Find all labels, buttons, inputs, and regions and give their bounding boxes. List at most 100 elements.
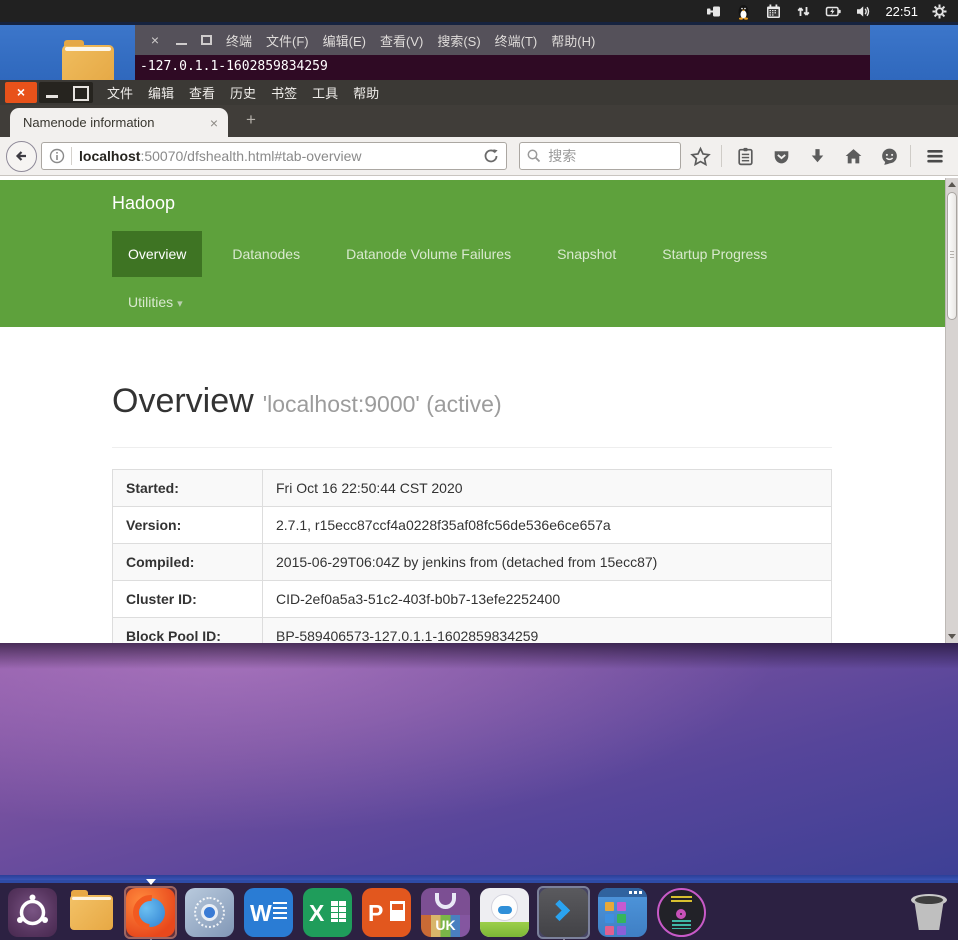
row-value: CID-2ef0a5a3-51c2-403f-b0b7-13efe2252400 bbox=[262, 580, 832, 618]
dock-item-software-center[interactable]: UK bbox=[421, 888, 470, 937]
downloads-icon bbox=[811, 148, 824, 162]
address-bar[interactable]: localhost:50070/dfshealth.html#tab-overv… bbox=[41, 142, 508, 170]
tab-namenode-information[interactable]: Namenode information × bbox=[10, 108, 228, 137]
excel-icon: X bbox=[303, 888, 352, 937]
dock-item-assistant[interactable] bbox=[480, 888, 529, 937]
browser-maximize-button[interactable] bbox=[66, 82, 93, 103]
running-indicator-icon bbox=[145, 879, 156, 885]
back-button[interactable] bbox=[6, 140, 37, 172]
input-method-icon[interactable] bbox=[705, 3, 722, 20]
new-tab-button[interactable]: + bbox=[238, 110, 264, 130]
bookmark-star-icon bbox=[690, 146, 711, 166]
dock-item-firefox[interactable] bbox=[124, 879, 177, 940]
assistant-robot-icon bbox=[480, 888, 529, 937]
reload-icon[interactable] bbox=[482, 147, 500, 165]
terminal-window-title: 终端 bbox=[226, 33, 253, 49]
powerpoint-icon: P bbox=[362, 888, 411, 937]
terminal-menu-search[interactable]: 搜索(S) bbox=[437, 31, 480, 50]
terminal-menu-file[interactable]: 文件(F) bbox=[266, 31, 309, 50]
browser-window: × 文件 编辑 查看 历史 书签 工具 帮助 Namenode informat… bbox=[0, 80, 958, 643]
terminal-menu-terminal[interactable]: 终端(T) bbox=[495, 31, 538, 50]
dock-item-files[interactable] bbox=[67, 888, 116, 937]
scrollbar-up-arrow[interactable] bbox=[946, 178, 958, 191]
menu-hamburger-button[interactable] bbox=[918, 145, 952, 167]
toolbar-divider bbox=[910, 145, 911, 167]
overview-info-table: Started: Fri Oct 16 22:50:44 CST 2020 Ve… bbox=[112, 469, 832, 643]
dock-item-workspaces[interactable] bbox=[598, 888, 647, 937]
hello-chat-icon bbox=[882, 148, 897, 165]
battery-icon[interactable] bbox=[825, 3, 842, 20]
home-button[interactable] bbox=[837, 146, 870, 167]
browser-menu-history[interactable]: 历史 bbox=[230, 83, 256, 102]
clock[interactable]: 22:51 bbox=[885, 4, 918, 19]
search-bar[interactable] bbox=[519, 142, 682, 170]
browser-menu-bookmarks[interactable]: 书签 bbox=[271, 83, 297, 102]
bookmark-star-button[interactable] bbox=[684, 146, 717, 167]
row-value: 2.7.1, r15ecc87ccf4a0228f35af08fc56de536… bbox=[262, 506, 832, 544]
pocket-button[interactable] bbox=[765, 146, 798, 167]
tab-title: Namenode information bbox=[23, 115, 155, 130]
terminal-menu-view[interactable]: 查看(V) bbox=[380, 31, 423, 50]
scrollbar[interactable] bbox=[945, 178, 958, 643]
url-text[interactable]: localhost:50070/dfshealth.html#tab-overv… bbox=[79, 148, 482, 164]
browser-close-button[interactable]: × bbox=[5, 82, 37, 103]
browser-menu-edit[interactable]: 编辑 bbox=[148, 83, 174, 102]
browser-minimize-button[interactable] bbox=[39, 82, 66, 103]
back-icon bbox=[15, 151, 26, 161]
row-label: Cluster ID: bbox=[112, 580, 263, 618]
dock-item-terminal[interactable] bbox=[537, 886, 590, 940]
search-input[interactable] bbox=[548, 148, 659, 164]
chevron-down-icon: ▾ bbox=[177, 298, 183, 310]
trash-icon[interactable] bbox=[908, 891, 950, 933]
menu-hamburger-icon bbox=[927, 149, 943, 163]
desktop-wallpaper bbox=[0, 643, 958, 880]
terminal-menu-help[interactable]: 帮助(H) bbox=[551, 31, 595, 50]
folder-icon[interactable] bbox=[62, 40, 114, 85]
hello-chat-button[interactable] bbox=[873, 146, 906, 167]
reading-list-button[interactable] bbox=[729, 146, 762, 167]
dock-item-media-disc[interactable] bbox=[657, 888, 706, 937]
network-arrows-icon[interactable] bbox=[795, 3, 812, 20]
terminal-output[interactable]: -127.0.1.1-1602859834259 bbox=[135, 55, 870, 80]
dock-item-chromium[interactable] bbox=[185, 888, 234, 937]
nav-tab-datanode-volume-failures[interactable]: Datanode Volume Failures bbox=[330, 231, 527, 277]
dock-item-dash[interactable] bbox=[8, 888, 57, 937]
tab-close-icon[interactable]: × bbox=[204, 115, 218, 131]
software-center-icon: UK bbox=[421, 888, 470, 937]
nav-dropdown-utilities[interactable]: Utilities ▾ bbox=[112, 294, 199, 310]
dock-item-powerpoint[interactable]: P bbox=[362, 888, 411, 937]
page-title: Overview'localhost:9000' (active) bbox=[112, 382, 502, 420]
system-top-bar: 22:51 bbox=[0, 0, 958, 22]
scrollbar-thumb[interactable] bbox=[947, 192, 957, 320]
table-row: Version: 2.7.1, r15ecc87ccf4a0228f35af08… bbox=[112, 506, 832, 544]
row-value: Fri Oct 16 22:50:44 CST 2020 bbox=[262, 469, 832, 507]
browser-tabbar: Namenode information × + bbox=[0, 105, 958, 137]
downloads-button[interactable] bbox=[801, 146, 834, 167]
calendar-icon[interactable] bbox=[765, 3, 782, 20]
dock-item-excel[interactable]: X bbox=[303, 888, 352, 937]
terminal-close-button[interactable]: × bbox=[148, 32, 162, 48]
hadoop-brand[interactable]: Hadoop bbox=[112, 193, 175, 214]
linux-tux-icon[interactable] bbox=[735, 3, 752, 20]
nav-tab-snapshot[interactable]: Snapshot bbox=[541, 231, 632, 277]
browser-menu-help[interactable]: 帮助 bbox=[353, 83, 379, 102]
terminal-maximize-button[interactable] bbox=[201, 35, 212, 45]
scrollbar-down-arrow[interactable] bbox=[946, 630, 958, 643]
terminal-minimize-button[interactable] bbox=[176, 43, 187, 45]
browser-menu-file[interactable]: 文件 bbox=[107, 83, 133, 102]
nav-tab-datanodes[interactable]: Datanodes bbox=[216, 231, 316, 277]
browser-menu-view[interactable]: 查看 bbox=[189, 83, 215, 102]
browser-menu-tools[interactable]: 工具 bbox=[312, 83, 338, 102]
workspace-tiles-icon bbox=[598, 888, 647, 937]
page-info-icon[interactable] bbox=[48, 147, 66, 165]
volume-icon[interactable] bbox=[855, 3, 872, 20]
nav-tab-startup-progress[interactable]: Startup Progress bbox=[646, 231, 783, 277]
home-icon bbox=[845, 148, 862, 163]
session-gear-icon[interactable] bbox=[931, 3, 948, 20]
browser-titlebar: × 文件 编辑 查看 历史 书签 工具 帮助 bbox=[0, 80, 958, 105]
terminal-menu-edit[interactable]: 编辑(E) bbox=[323, 31, 366, 50]
dash-launcher-icon bbox=[8, 888, 57, 937]
title-divider bbox=[112, 447, 832, 448]
dock-item-word[interactable]: W bbox=[244, 888, 293, 937]
nav-tab-overview[interactable]: Overview bbox=[112, 231, 203, 277]
